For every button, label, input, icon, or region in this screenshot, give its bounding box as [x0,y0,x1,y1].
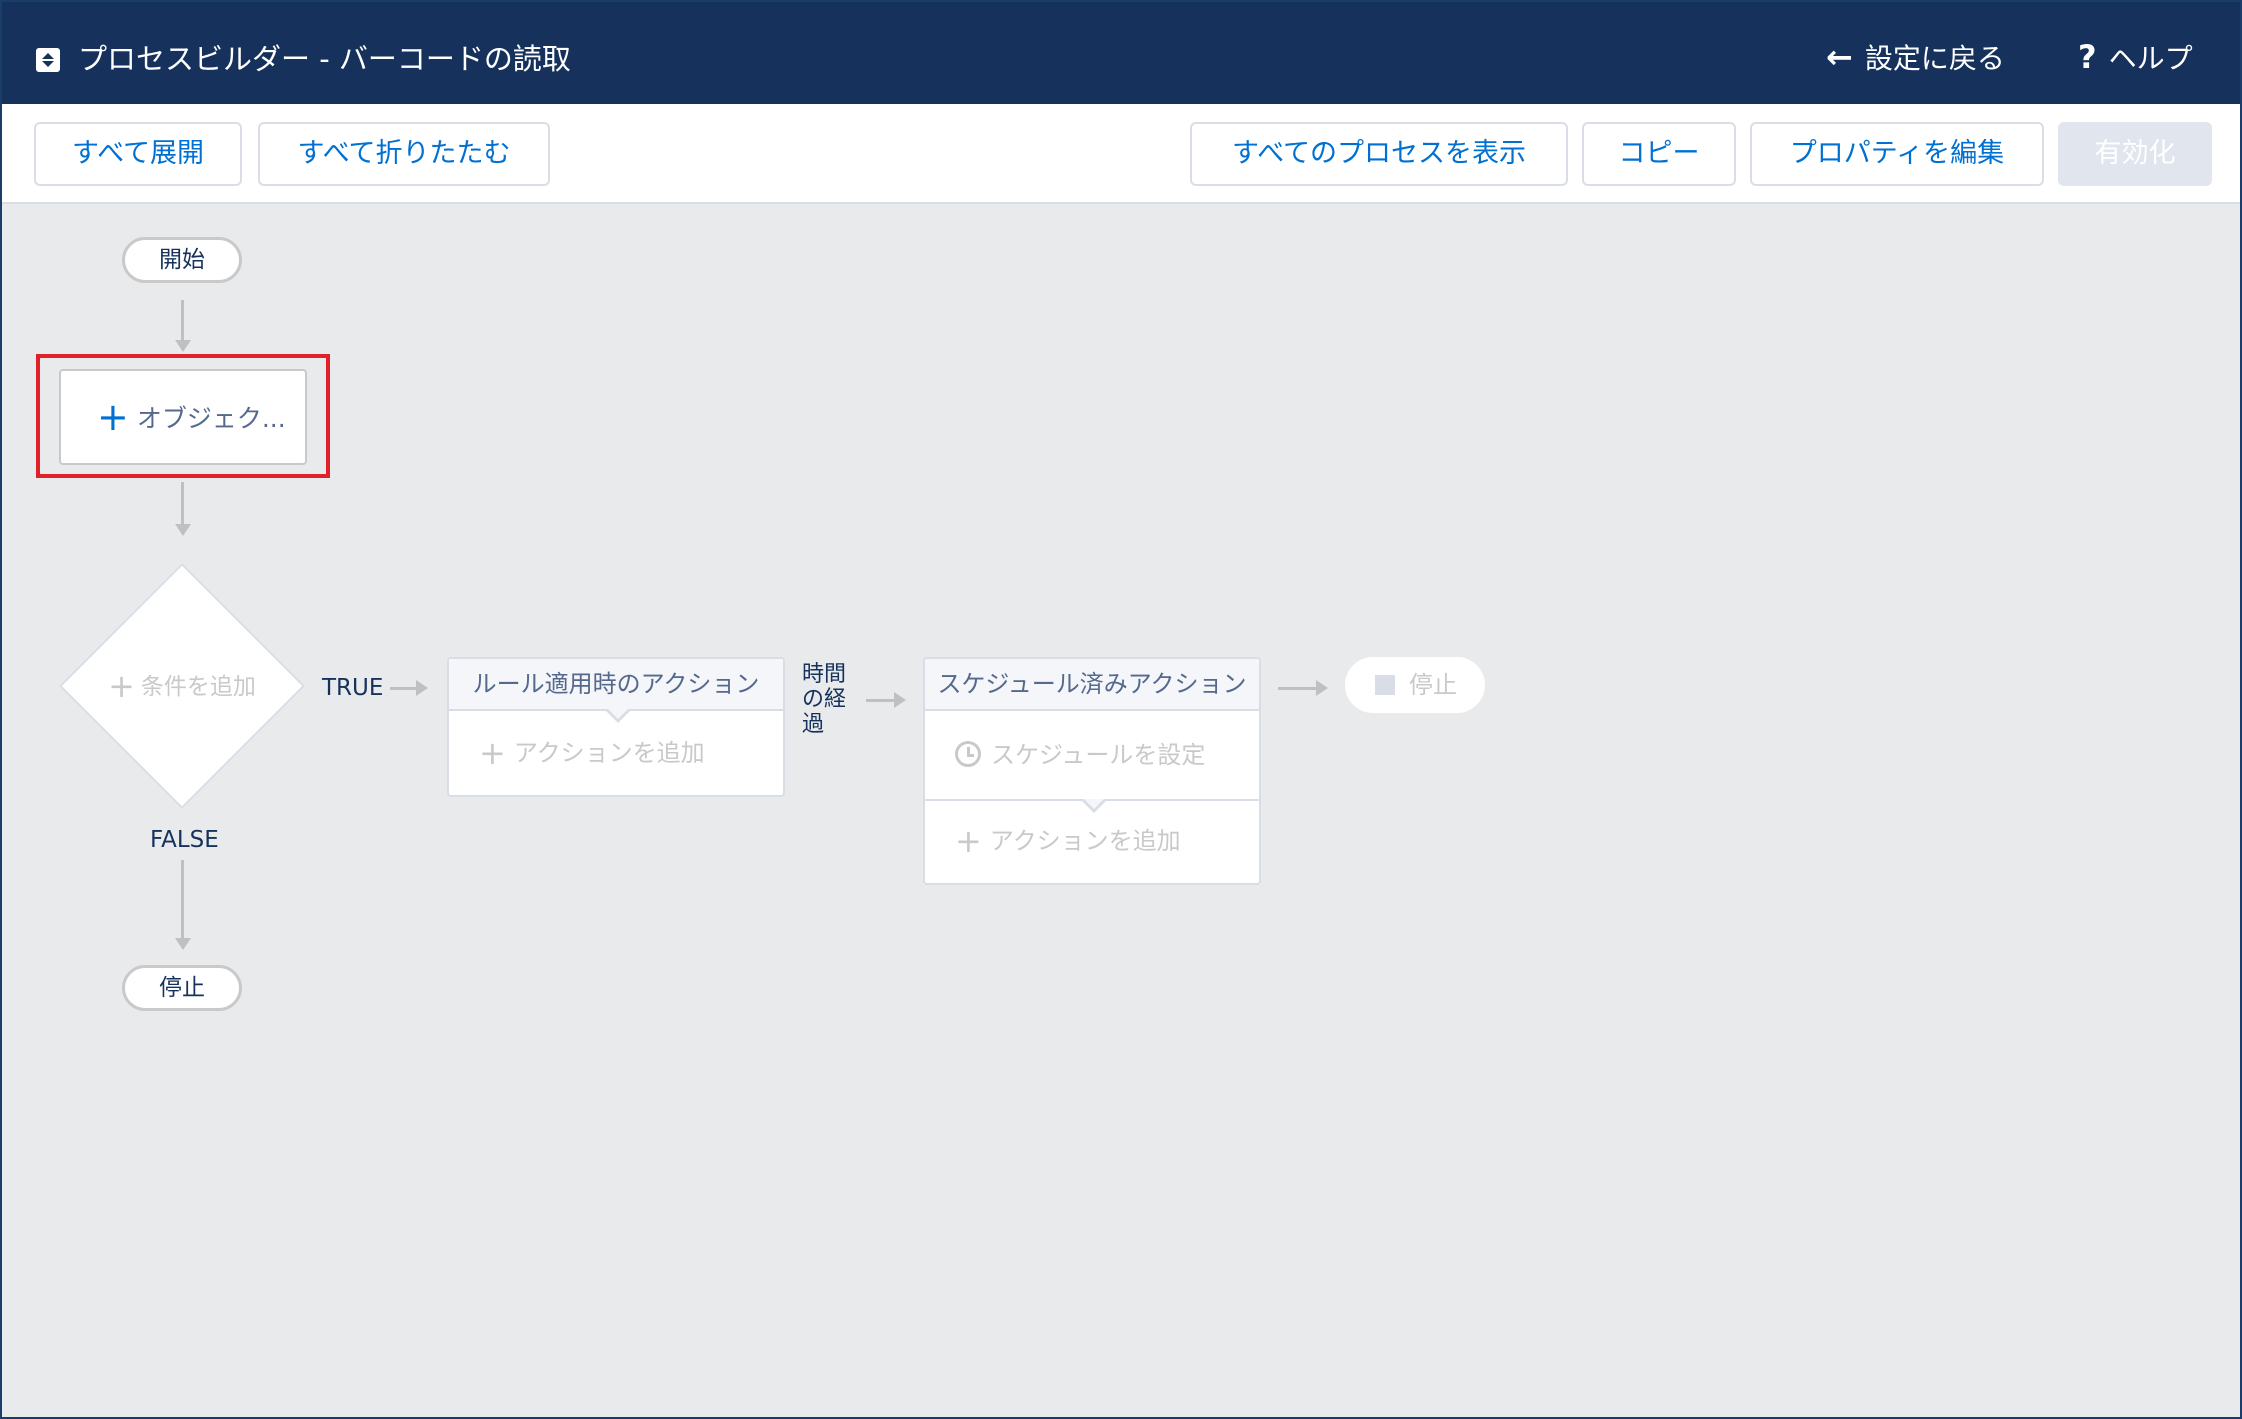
arrow-right-icon [1316,680,1328,696]
connector-line [181,482,184,528]
arrow-down-icon [175,938,191,950]
collapse-all-button[interactable]: すべて折りたたむ [258,122,550,186]
process-builder-window: プロセスビルダー - バーコードの読取 ← 設定に戻る ? ヘルプ すべて展開 すべ… [0,0,2242,1419]
time-elapsed-label: 時間 の経 過 [802,662,862,737]
end-stop-node: 停止 [122,965,242,1011]
connector-line [181,860,184,942]
notch [1082,799,1106,813]
stop-node-disabled: 停止 [1345,657,1485,713]
copy-button[interactable]: コピー [1582,122,1736,186]
plus-icon: + [955,822,982,860]
false-label: FALSE [150,827,219,853]
add-object-label: オブジェク... [136,404,286,433]
help-label: ヘルプ [2108,42,2193,75]
scheduled-actions-title: スケジュール済みアクション [925,659,1259,711]
connector-line [181,300,184,344]
app-header: プロセスビルダー - バーコードの読取 ← 設定に戻る ? ヘルプ [2,2,2240,104]
back-to-setup-label: 設定に戻る [1864,42,2005,75]
set-schedule-row[interactable]: スケジュールを設定 [925,711,1259,799]
immediate-actions-card: ルール適用時のアクション + アクションを追加 [447,657,785,797]
time-label-line: の経 [802,687,847,712]
time-label-line: 過 [802,712,825,737]
arrow-down-icon [175,524,191,536]
set-schedule-label: スケジュールを設定 [991,741,1206,769]
toolbar: すべて展開 すべて折りたたむ すべてのプロセスを表示 コピー プロパティを編集 … [2,104,2240,204]
clock-icon [955,741,981,767]
add-criteria-node[interactable]: + 条件を追加 [58,562,306,810]
add-criteria-text: 条件を追加 [140,674,256,700]
add-action-label: アクションを追加 [989,827,1181,855]
notch [606,709,630,723]
process-builder-icon [36,48,60,72]
plus-icon: + [97,395,129,439]
view-all-processes-button[interactable]: すべてのプロセスを表示 [1190,122,1568,186]
back-to-setup-link[interactable]: ← 設定に戻る [1826,38,2005,78]
arrow-left-icon: ← [1826,38,1853,76]
arrow-right-icon [894,692,906,708]
time-label-line: 時間 [802,662,847,687]
edit-properties-button[interactable]: プロパティを編集 [1750,122,2044,186]
stop-icon [1375,675,1395,695]
expand-all-button[interactable]: すべて展開 [34,122,242,186]
connector-line [390,687,418,690]
question-icon: ? [2078,38,2097,76]
connector-line [1278,687,1318,690]
add-object-node[interactable]: + オブジェク... [59,369,307,465]
immediate-actions-title: ルール適用時のアクション [449,659,783,711]
add-scheduled-action[interactable]: + アクションを追加 [925,821,1259,861]
add-criteria-label: + 条件を追加 [59,667,305,706]
arrow-right-icon [416,680,428,696]
help-link[interactable]: ? ヘルプ [2078,38,2193,78]
activate-button: 有効化 [2058,122,2212,186]
connector-line [866,699,896,702]
start-node: 開始 [122,237,242,283]
add-action-label: アクションを追加 [513,739,705,767]
page-title: プロセスビルダー - バーコードの読取 [78,42,571,76]
stop-label: 停止 [1409,671,1457,699]
plus-icon: + [479,734,506,772]
plus-icon: + [108,667,135,705]
add-immediate-action[interactable]: + アクションを追加 [449,733,783,773]
arrow-down-icon [175,340,191,352]
true-label: TRUE [322,675,384,701]
scheduled-actions-card: スケジュール済みアクション スケジュールを設定 + アクションを追加 [923,657,1261,885]
